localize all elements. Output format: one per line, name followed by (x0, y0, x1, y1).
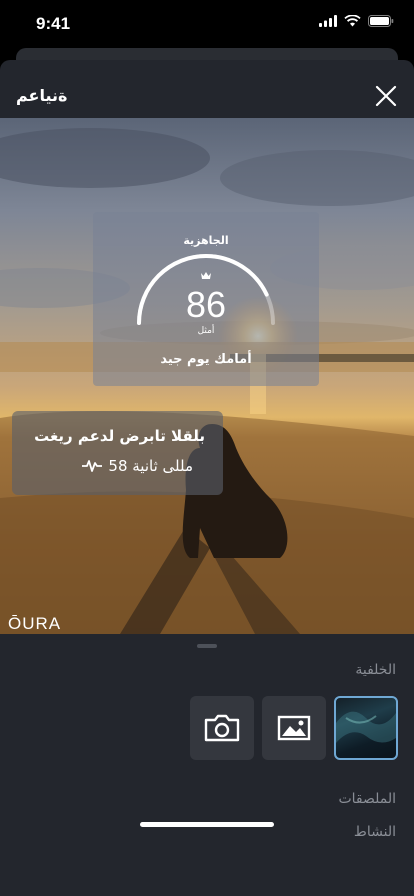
home-indicator (140, 822, 274, 827)
cellular-signal-icon (319, 15, 337, 27)
image-gallery-icon (277, 715, 311, 741)
readiness-label: الجاهزية (183, 234, 229, 247)
hrv-title: بلقلا تابرض لدعم ريغت (34, 427, 205, 445)
readiness-card: الجاهزية 86 أمثل أمامك يوم جيد (93, 212, 319, 386)
camera-icon (204, 714, 240, 742)
wifi-icon (344, 15, 361, 27)
status-time: 9:41 (36, 14, 71, 33)
hrv-card: بلقلا تابرض لدعم ريغت 58 مللى ثانية (12, 411, 223, 495)
background-section-label: الخلفية (355, 662, 396, 678)
status-icons (319, 15, 394, 27)
battery-icon (368, 15, 394, 27)
readiness-score: 86 (185, 284, 227, 325)
share-preview-sheet: ةنياعم الجاهزية 86 أمثل أمامك يوم جيد بل… (0, 60, 414, 896)
preview-photo: الجاهزية 86 أمثل أمامك يوم جيد بلقلا تاب… (0, 118, 414, 634)
readiness-message: أمامك يوم جيد (160, 352, 252, 367)
crown-icon (201, 272, 211, 279)
camera-button[interactable] (190, 696, 254, 760)
status-bar: 9:41 (0, 0, 414, 48)
drag-handle[interactable] (197, 644, 217, 648)
sheet-title: ةنياعم (16, 86, 68, 105)
activity-section-label[interactable]: النشاط (354, 824, 396, 840)
hrv-value-row: 58 مللى ثانية (82, 457, 193, 475)
gallery-button[interactable] (262, 696, 326, 760)
readiness-status: أمثل (197, 326, 215, 336)
aurora-background-thumbnail[interactable] (334, 696, 398, 760)
oura-logo: ŌURA (8, 614, 62, 633)
hrv-value: 58 مللى ثانية (108, 457, 193, 475)
sheet-header: ةنياعم (0, 60, 414, 118)
aurora-image (336, 711, 396, 743)
stickers-section-label[interactable]: الملصقات (338, 791, 396, 807)
heartbeat-icon (82, 460, 103, 472)
close-icon[interactable] (374, 84, 398, 108)
